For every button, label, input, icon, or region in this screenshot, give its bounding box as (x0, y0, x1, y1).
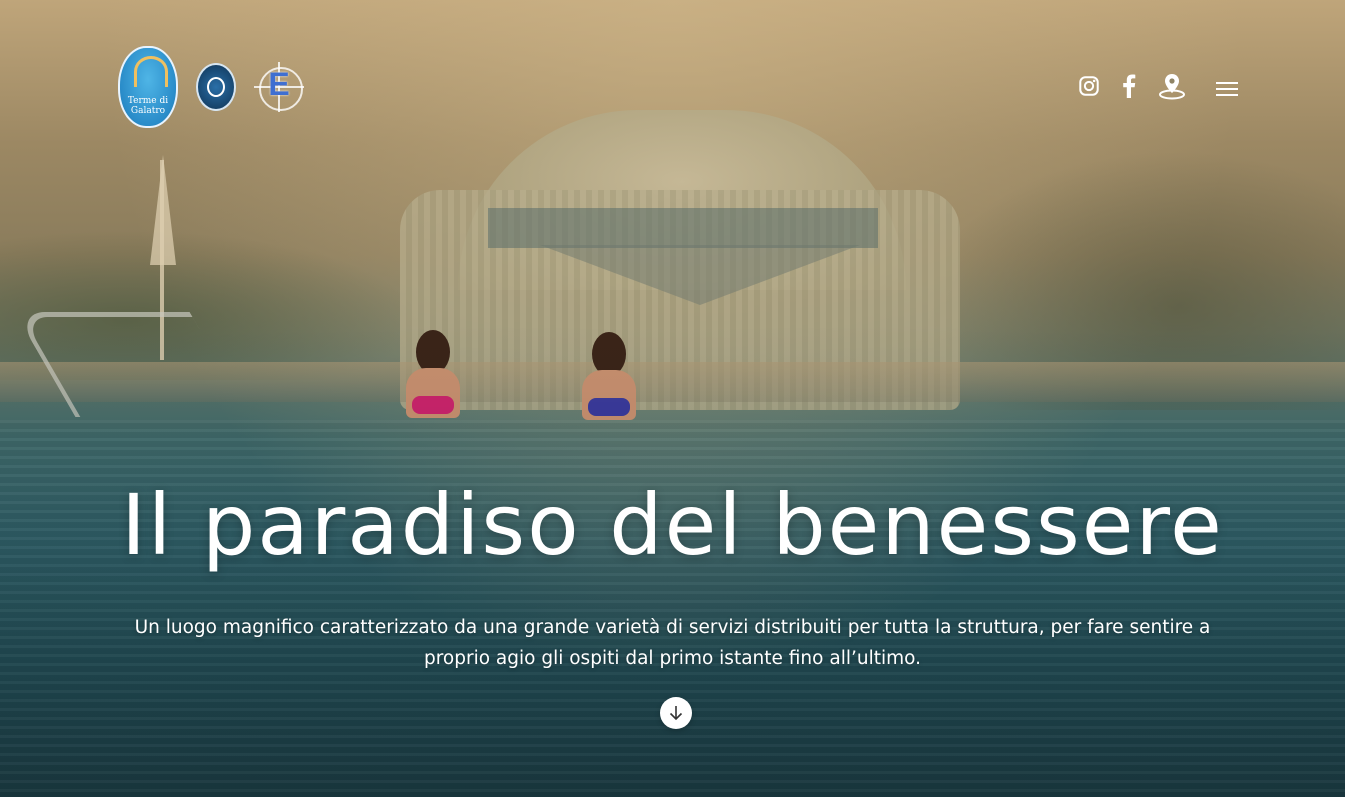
hero-subtitle: Un luogo magnifico caratterizzato da una… (134, 617, 1211, 669)
scroll-down-button[interactable] (660, 697, 692, 729)
e-logo-letter: E (268, 66, 290, 102)
instagram-icon[interactable] (1078, 75, 1100, 97)
logo-text: Terme di Galatro (127, 96, 169, 116)
header-icon-bar (1078, 72, 1238, 100)
accredia-logo (196, 63, 236, 111)
facebook-icon[interactable] (1122, 74, 1136, 98)
hero-title: Il paradiso del benessere (121, 476, 1224, 574)
map-pin-icon[interactable] (1158, 72, 1186, 100)
hero-section: Terme di Galatro E Il paradiso del benes… (0, 0, 1345, 797)
arrow-down-icon (669, 706, 683, 721)
terme-galatro-logo[interactable]: Terme di Galatro (118, 46, 178, 128)
site-header: Terme di Galatro E (0, 0, 1345, 140)
accredia-ring-icon (207, 77, 225, 97)
hamburger-menu-icon[interactable] (1216, 81, 1238, 97)
logo-group: Terme di Galatro E (118, 46, 304, 128)
fountain-icon (134, 56, 168, 87)
hero-content: Il paradiso del benessere Un luogo magni… (0, 470, 1345, 674)
e-certification-logo: E (254, 62, 304, 112)
